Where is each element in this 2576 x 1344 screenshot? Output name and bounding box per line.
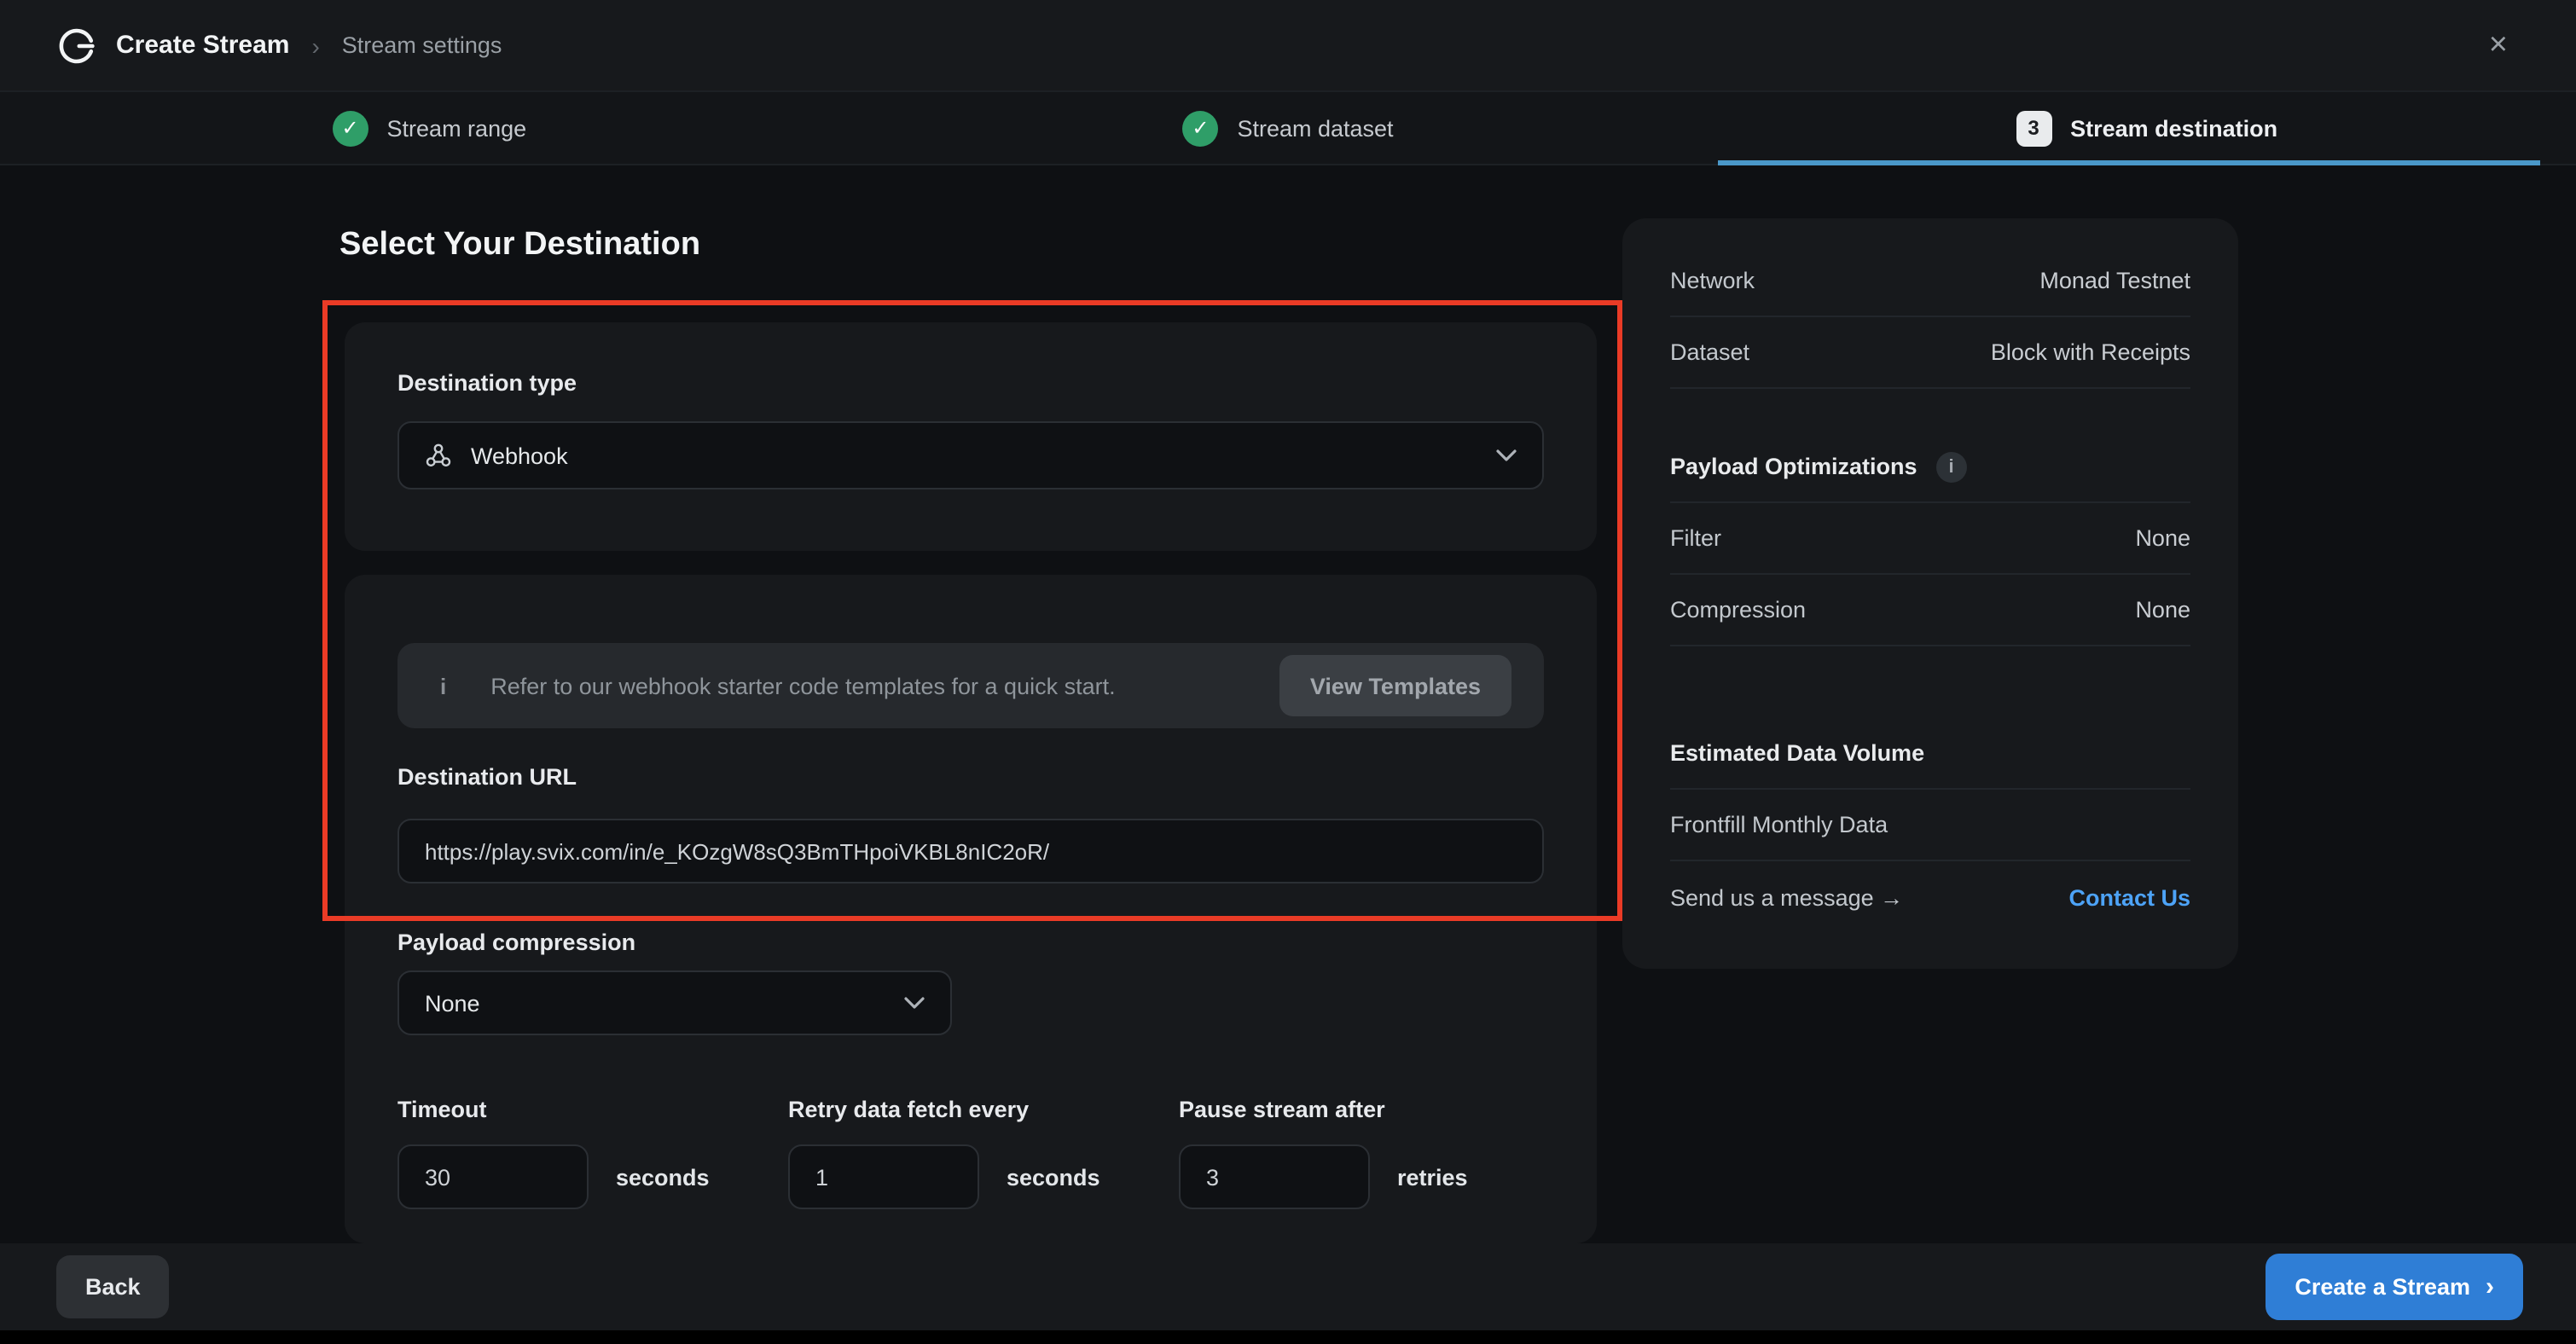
view-templates-button[interactable]: View Templates	[1279, 655, 1511, 716]
page-heading: Select Your Destination	[339, 227, 700, 264]
steps-bar: ✓ Stream range ✓ Stream dataset 3 Stream…	[0, 92, 2576, 165]
stream-summary-panel: Network Monad Testnet Dataset Block with…	[1622, 218, 2238, 969]
timeout-input[interactable]	[397, 1144, 589, 1209]
chevron-down-icon	[904, 996, 925, 1010]
retry-label: Retry data fetch every	[788, 1097, 1100, 1122]
retry-input[interactable]	[788, 1144, 979, 1209]
create-stream-label: Create a Stream	[2295, 1274, 2470, 1300]
info-icon: i	[440, 673, 446, 698]
contact-us-link[interactable]: Contact Us	[2068, 884, 2190, 910]
summary-value: Block with Receipts	[1991, 339, 2190, 365]
page-title: Create Stream	[116, 31, 289, 60]
retry-unit: seconds	[1007, 1164, 1100, 1190]
section-title: Payload Optimizations	[1670, 454, 1917, 479]
summary-value: None	[2135, 597, 2190, 623]
step-stream-range[interactable]: ✓ Stream range	[0, 92, 859, 164]
summary-label: Frontfill Monthly Data	[1670, 812, 1888, 837]
pause-input[interactable]	[1179, 1144, 1370, 1209]
step-stream-dataset[interactable]: ✓ Stream dataset	[859, 92, 1718, 164]
step-label: Stream range	[387, 115, 527, 141]
pause-unit: retries	[1397, 1164, 1468, 1190]
summary-label: Network	[1670, 268, 1755, 293]
pause-group: Pause stream after retries	[1179, 1097, 1468, 1209]
close-icon[interactable]: ×	[2489, 29, 2508, 61]
destination-url-label: Destination URL	[397, 764, 577, 790]
step-stream-destination[interactable]: 3 Stream destination	[1717, 92, 2576, 164]
check-icon: ✓	[333, 110, 368, 146]
summary-row-dataset: Dataset Block with Receipts	[1670, 317, 2190, 389]
summary-label: Compression	[1670, 597, 1806, 623]
app-header: Create Stream › Stream settings ×	[0, 0, 2576, 92]
app-logo-icon	[56, 25, 97, 66]
step-label: Stream dataset	[1237, 115, 1393, 141]
step-label: Stream destination	[2070, 115, 2277, 141]
webhook-icon	[425, 442, 452, 469]
summary-value: Monad Testnet	[2039, 268, 2190, 293]
step-number-badge: 3	[2016, 110, 2051, 146]
timeout-group: Timeout seconds	[397, 1097, 710, 1209]
summary-label: Dataset	[1670, 339, 1749, 365]
breadcrumb: Stream settings	[342, 32, 502, 58]
payload-compression-select[interactable]: None	[397, 970, 952, 1035]
pause-label: Pause stream after	[1179, 1097, 1468, 1122]
summary-label: Filter	[1670, 525, 1721, 551]
payload-compression-label: Payload compression	[397, 930, 635, 955]
footer-bar: Back Create a Stream ›	[0, 1243, 2576, 1330]
destination-type-value: Webhook	[471, 443, 568, 468]
info-icon[interactable]: i	[1936, 451, 1967, 482]
app-window: Create Stream › Stream settings × ✓ Stre…	[0, 0, 2576, 1344]
estimated-data-volume-header: Estimated Data Volume	[1670, 718, 2190, 790]
back-button[interactable]: Back	[56, 1255, 170, 1318]
retry-group: Retry data fetch every seconds	[788, 1097, 1100, 1209]
destination-url-input[interactable]	[397, 819, 1544, 883]
breadcrumb-separator-icon: ›	[311, 32, 319, 59]
info-banner: i Refer to our webhook starter code temp…	[397, 643, 1544, 728]
section-title: Estimated Data Volume	[1670, 740, 1924, 766]
timeout-unit: seconds	[616, 1164, 710, 1190]
chevron-down-icon	[1496, 449, 1517, 462]
summary-row-frontfill: Frontfill Monthly Data	[1670, 790, 2190, 861]
chevron-right-icon: ›	[2486, 1274, 2494, 1300]
destination-type-label: Destination type	[397, 370, 1544, 396]
destination-type-card: Destination type Webhook	[345, 322, 1597, 551]
payload-optimizations-header: Payload Optimizations i	[1670, 432, 2190, 503]
summary-row-network: Network Monad Testnet	[1670, 246, 2190, 317]
check-icon: ✓	[1182, 110, 1218, 146]
info-banner-text: Refer to our webhook starter code templa…	[490, 673, 1115, 698]
summary-row-contact: Send us a message → Contact Us	[1670, 861, 2190, 933]
destination-settings-card: i Refer to our webhook starter code temp…	[345, 575, 1597, 1243]
payload-compression-value: None	[425, 990, 480, 1016]
timeout-label: Timeout	[397, 1097, 710, 1122]
bottom-edge	[0, 1330, 2576, 1344]
create-stream-button[interactable]: Create a Stream ›	[2266, 1254, 2523, 1320]
summary-label: Send us a message →	[1670, 884, 1903, 910]
destination-type-select[interactable]: Webhook	[397, 421, 1544, 490]
summary-value: None	[2135, 525, 2190, 551]
summary-row-filter: Filter None	[1670, 503, 2190, 575]
summary-row-compression: Compression None	[1670, 575, 2190, 646]
